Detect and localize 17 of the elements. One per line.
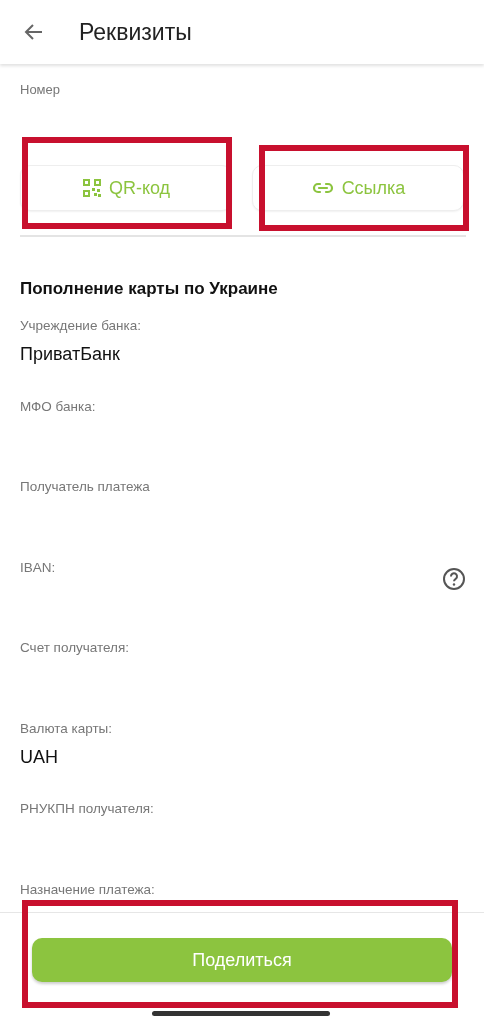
- help-icon[interactable]: [442, 566, 466, 591]
- field-label: Счет получателя:: [20, 640, 131, 655]
- field-label: РНУКПН получателя:: [20, 801, 155, 816]
- field-value: UAH: [20, 746, 59, 768]
- field-label: Получатель платежа: [20, 479, 151, 494]
- field-value: ПриватБанк: [20, 344, 121, 365]
- qr-code-icon: [81, 178, 102, 198]
- field-label: Назначение платежа:: [20, 881, 156, 897]
- share-option-button[interactable]: Ссылка: [252, 165, 464, 211]
- field-label: Номер: [20, 82, 61, 97]
- share-button[interactable]: Поделиться: [32, 938, 452, 982]
- page-title: Реквизиты: [79, 18, 192, 46]
- field-label: Валюта карты:: [20, 720, 114, 736]
- field-label: IBAN:: [20, 559, 57, 575]
- section-title: Пополнение карты по Украине: [20, 279, 279, 299]
- field-label: Учреждение банка:: [20, 318, 142, 333]
- field-label: МФО банка:: [20, 398, 97, 414]
